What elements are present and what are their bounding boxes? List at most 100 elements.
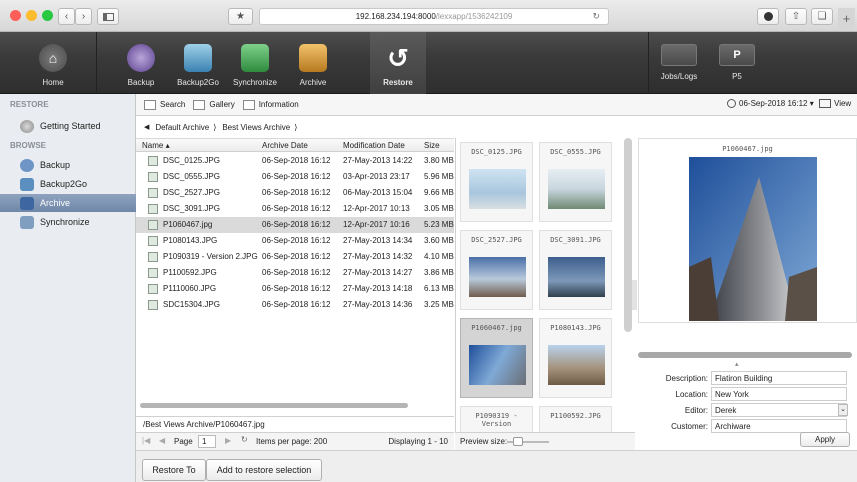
gallery-card[interactable]: P1060467.jpg (460, 318, 533, 398)
view-button[interactable]: View (819, 99, 851, 108)
pane-divider[interactable] (632, 280, 637, 310)
toolbar-home[interactable]: ⌂ Home (30, 32, 76, 94)
toolbar-jobs-logs[interactable]: Jobs/Logs (656, 32, 702, 94)
address-bar[interactable]: 192.168.234.194:8000/lexxapp/1536242109 … (259, 8, 609, 25)
preview-splitter[interactable] (638, 352, 852, 358)
editor-select[interactable]: Derek (711, 403, 847, 417)
back-nav-button[interactable]: ‹ (58, 8, 75, 25)
table-row[interactable]: DSC_0125.JPG 06-Sep-2018 16:12 27-May-2013… (136, 153, 454, 169)
table-row[interactable]: P1110060.JPG 06-Sep-2018 16:12 27-May-2013… (136, 281, 454, 297)
preview-title: P1060467.jpg (722, 145, 773, 153)
search-tab-icon (144, 99, 156, 110)
toolbar-backup2go[interactable]: Backup2Go (176, 32, 220, 94)
gallery-card[interactable]: DSC_0125.JPG (460, 142, 533, 222)
refresh-icon[interactable]: ↻ (241, 435, 248, 444)
gallery-thumbnail (469, 345, 526, 385)
location-label: Location: (675, 390, 708, 399)
column-archive-date-header[interactable]: Archive Date (262, 141, 308, 150)
sidebar-item-getting-started[interactable]: Getting Started (0, 117, 136, 135)
tab-gallery[interactable]: Gallery (193, 99, 235, 110)
column-name-header[interactable]: Name ▴ (142, 141, 170, 150)
gallery-card[interactable]: P1090319 - Version (460, 406, 533, 432)
minimize-window-button[interactable] (26, 10, 37, 21)
restore-to-button[interactable]: Restore To (142, 459, 206, 481)
forward-nav-button[interactable]: › (75, 8, 92, 25)
synchronize-icon (20, 215, 34, 229)
toolbar-backup[interactable]: Backup (123, 32, 159, 94)
gallery-thumbnail (469, 257, 526, 297)
column-modification-date-header[interactable]: Modification Date (343, 141, 405, 150)
sidebar-item-archive[interactable]: Archive (0, 194, 136, 212)
table-row[interactable]: DSC_3091.JPG 06-Sep-2018 16:12 12-Apr-2017… (136, 201, 454, 217)
table-row[interactable]: SDC15304.JPG 06-Sep-2018 16:12 27-May-2013… (136, 297, 454, 313)
gallery-card[interactable]: DSC_0555.JPG (539, 142, 612, 222)
prev-page-icon[interactable]: ◀ (159, 436, 165, 445)
next-page-icon[interactable]: ▶ (225, 436, 231, 445)
tab-search[interactable]: Search (144, 99, 186, 110)
reload-icon[interactable]: ↻ (592, 11, 600, 22)
preview-size-slider-thumb[interactable] (513, 437, 523, 446)
breadcrumb-default-archive[interactable]: Default Archive (155, 123, 209, 132)
tab-label: Search (160, 100, 186, 109)
add-to-restore-selection-button[interactable]: Add to restore selection (206, 459, 322, 481)
sidebar-item-synchronize[interactable]: Synchronize (0, 213, 136, 231)
sidebar-toggle-button[interactable] (97, 8, 119, 25)
toolbar-p5[interactable]: P P5 (714, 32, 760, 94)
zoom-window-button[interactable] (42, 10, 53, 21)
modification-date: 03-Apr-2013 23:17 (343, 172, 410, 181)
apply-button[interactable]: Apply (800, 432, 850, 447)
tab-information[interactable]: Information (242, 99, 299, 110)
description-label: Description: (665, 374, 708, 383)
tabs-overview-button[interactable]: ❏ (811, 8, 833, 25)
chevron-down-icon[interactable]: ⌄ (838, 404, 848, 416)
archive-date: 06-Sep-2018 16:12 (262, 268, 331, 277)
sidebar-icon (102, 12, 114, 21)
gallery-card-caption: P1060467.jpg (471, 324, 522, 332)
toolbar-archive[interactable]: Archive (293, 32, 333, 94)
items-per-page: Items per page: 200 (256, 437, 328, 446)
extension-button[interactable] (757, 8, 779, 25)
first-page-icon[interactable]: |◀ (142, 436, 150, 445)
backup-icon (127, 44, 155, 72)
archive-date: 06-Sep-2018 16:12 (262, 204, 331, 213)
location-field[interactable]: New York (711, 387, 847, 401)
table-row[interactable]: DSC_0555.JPG 06-Sep-2018 16:12 03-Apr-2013… (136, 169, 454, 185)
gallery-card[interactable]: P1080143.JPG (539, 318, 612, 398)
toolbar-restore[interactable]: ↺ Restore (370, 32, 426, 94)
new-tab-button[interactable]: + (838, 8, 855, 30)
table-row[interactable]: P1060467.jpg 06-Sep-2018 16:12 12-Apr-2017… (136, 217, 454, 233)
page-input[interactable]: 1 (198, 435, 216, 448)
getting-started-icon (20, 119, 34, 133)
file-size: 5.23 MB (424, 220, 454, 229)
table-horizontal-scrollbar[interactable] (140, 403, 408, 408)
information-tab-icon (242, 99, 255, 110)
customer-field[interactable]: Archiware (711, 419, 847, 433)
modification-date: 12-Apr-2017 10:16 (343, 220, 410, 229)
column-size-header[interactable]: Size (424, 141, 440, 150)
breadcrumb-best-views-archive[interactable]: Best Views Archive (222, 123, 290, 132)
table-row[interactable]: P1100592.JPG 06-Sep-2018 16:12 27-May-2013… (136, 265, 454, 281)
close-window-button[interactable] (10, 10, 21, 21)
table-row[interactable]: P1080143.JPG 06-Sep-2018 16:12 27-May-2013… (136, 233, 454, 249)
page-label: Page (174, 437, 193, 446)
gallery-card[interactable]: P1100592.JPG (539, 406, 612, 432)
sidebar-item-backup2go[interactable]: Backup2Go (0, 175, 136, 193)
share-button[interactable]: ⇧ (785, 8, 807, 25)
selected-path: /Best Views Archive/P1060467.jpg (136, 416, 454, 432)
gallery-vertical-scrollbar[interactable] (624, 138, 632, 332)
breadcrumb-separator: ⟩ (294, 122, 298, 132)
file-name: P1060467.jpg (163, 220, 213, 229)
breadcrumb-back-button[interactable]: ◀ (144, 123, 149, 131)
sidebar-item-backup[interactable]: Backup (0, 156, 136, 174)
table-row[interactable]: P1090319 - Version 2.JPG 06-Sep-2018 16:1… (136, 249, 454, 265)
file-name: DSC_3091.JPG (163, 204, 220, 213)
description-field[interactable]: Flatiron Building (711, 371, 847, 385)
gallery-card[interactable]: DSC_3091.JPG (539, 230, 612, 310)
image-file-icon (148, 268, 158, 278)
snapshot-date-selector[interactable]: 06-Sep-2018 16:12 ▾ (727, 99, 814, 108)
toolbar-synchronize[interactable]: Synchronize (230, 32, 280, 94)
toolbar-label: Archive (299, 78, 327, 87)
table-row[interactable]: DSC_2527.JPG 06-Sep-2018 16:12 06-May-2013… (136, 185, 454, 201)
accessibility-button[interactable]: ★ (228, 8, 253, 25)
gallery-card[interactable]: DSC_2527.JPG (460, 230, 533, 310)
